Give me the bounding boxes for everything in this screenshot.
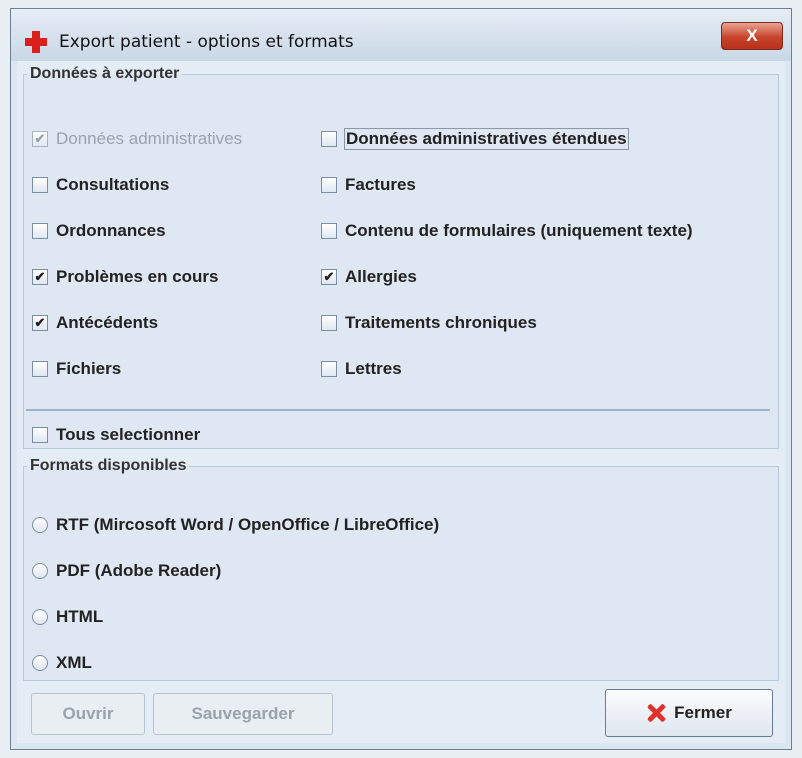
save-button: Sauvegarder — [153, 693, 333, 735]
radio-label: RTF (Mircosoft Word / OpenOffice / Libre… — [56, 515, 440, 534]
medical-cross-icon — [25, 31, 47, 53]
radio-circle[interactable] — [32, 517, 48, 533]
checkbox-factures[interactable]: Factures — [321, 173, 416, 197]
checkbox-label: Lettres — [345, 359, 402, 378]
radio-circle[interactable] — [32, 609, 48, 625]
checkbox-traitements-chroniques[interactable]: Traitements chroniques — [321, 311, 537, 335]
checkbox-label: Contenu de formulaires (uniquement texte… — [345, 221, 693, 240]
data-to-export-legend: Données à exporter — [30, 65, 180, 82]
checkbox-box[interactable]: ✔ — [32, 315, 48, 331]
checkbox-label: Consultations — [56, 175, 170, 194]
radio-rtf[interactable]: RTF (Mircosoft Word / OpenOffice / Libre… — [32, 513, 439, 537]
checkbox-lettres[interactable]: Lettres — [321, 357, 402, 381]
radio-circle[interactable] — [32, 655, 48, 671]
checkbox-donnees-administratives: ✔ Données administratives — [32, 127, 242, 151]
checkbox-label: Données administratives — [56, 129, 243, 148]
radio-label: XML — [56, 653, 92, 672]
checkbox-box[interactable] — [32, 177, 48, 193]
checkbox-label: Problèmes en cours — [56, 267, 219, 286]
checkbox-box[interactable]: ✔ — [32, 269, 48, 285]
open-button: Ouvrir — [31, 693, 145, 735]
checkbox-consultations[interactable]: Consultations — [32, 173, 169, 197]
checkbox-box[interactable] — [32, 361, 48, 377]
checkbox-label: Allergies — [345, 267, 417, 286]
close-x-icon — [646, 703, 666, 723]
title-bar: Export patient - options et formats X — [11, 9, 791, 61]
checkbox-label: Ordonnances — [56, 221, 166, 240]
checkbox-box[interactable] — [321, 223, 337, 239]
close-button-label: Fermer — [674, 703, 732, 722]
checkbox-box[interactable] — [32, 223, 48, 239]
checkbox-label: Données administratives étendues — [344, 128, 629, 150]
checkbox-box[interactable]: ✔ — [321, 269, 337, 285]
checkbox-label: Antécédents — [56, 313, 159, 332]
separator-line — [26, 409, 770, 411]
available-formats-group: Formats disponibles RTF (Mircosoft Word … — [23, 457, 779, 681]
checkbox-box[interactable] — [321, 361, 337, 377]
checkbox-box[interactable] — [321, 131, 337, 147]
radio-label: HTML — [56, 607, 104, 626]
checkbox-select-all[interactable]: Tous selectionner — [32, 423, 200, 447]
export-dialog-window: Export patient - options et formats X Do… — [10, 8, 792, 750]
checkbox-contenu-formulaires[interactable]: Contenu de formulaires (uniquement texte… — [321, 219, 693, 243]
checkbox-box[interactable] — [32, 427, 48, 443]
radio-xml[interactable]: XML — [32, 651, 92, 675]
radio-circle[interactable] — [32, 563, 48, 579]
checkbox-label: Tous selectionner — [56, 425, 201, 444]
window-title: Export patient - options et formats — [59, 32, 354, 52]
checkbox-ordonnances[interactable]: Ordonnances — [32, 219, 166, 243]
dialog-content: Données à exporter ✔ Données administrat… — [17, 61, 785, 743]
checkbox-label: Fichiers — [56, 359, 122, 378]
data-to-export-group: Données à exporter ✔ Données administrat… — [23, 65, 779, 449]
radio-label: PDF (Adobe Reader) — [56, 561, 222, 580]
checkbox-problemes-en-cours[interactable]: ✔ Problèmes en cours — [32, 265, 219, 289]
radio-pdf[interactable]: PDF (Adobe Reader) — [32, 559, 221, 583]
checkbox-label: Traitements chroniques — [345, 313, 537, 332]
window-close-button[interactable]: X — [721, 22, 783, 50]
checkbox-label: Factures — [345, 175, 416, 194]
checkbox-donnees-administratives-etendues[interactable]: Données administratives étendues — [321, 127, 629, 151]
close-button[interactable]: Fermer — [605, 689, 773, 737]
radio-html[interactable]: HTML — [32, 605, 103, 629]
checkbox-allergies[interactable]: ✔ Allergies — [321, 265, 417, 289]
checkbox-fichiers[interactable]: Fichiers — [32, 357, 121, 381]
checkbox-antecedents[interactable]: ✔ Antécédents — [32, 311, 158, 335]
checkbox-box[interactable] — [321, 177, 337, 193]
checkbox-box[interactable] — [321, 315, 337, 331]
available-formats-legend: Formats disponibles — [30, 457, 187, 474]
checkbox-box: ✔ — [32, 131, 48, 147]
